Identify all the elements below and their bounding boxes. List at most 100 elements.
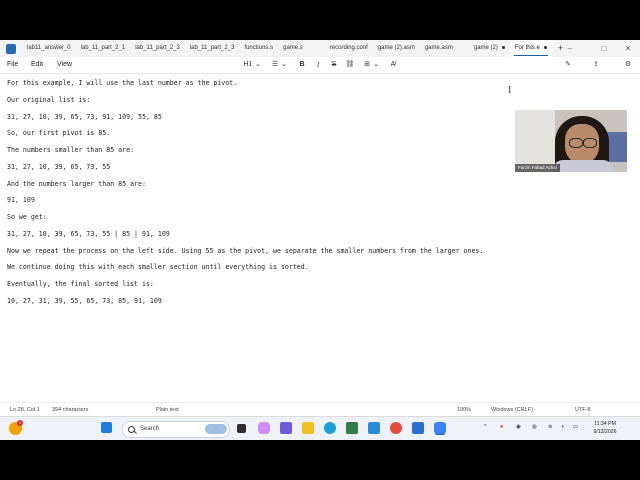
link-icon[interactable]: ⛓ (345, 57, 355, 73)
tab-label: lab_11_part_2_1 (80, 45, 126, 51)
task-view-icon[interactable] (237, 424, 246, 433)
system-clock[interactable]: 11:34 PM 9/13/2026 (585, 420, 625, 436)
notepad-app-icon (6, 43, 16, 54)
notepad-window: lab11_answer_0 lab_11_part_2_1 lab_11_pa… (0, 40, 640, 440)
tab-strip: lab11_answer_0 lab_11_part_2_1 lab_11_pa… (0, 40, 640, 57)
battery-icon[interactable]: ▭ (573, 424, 578, 430)
menu-view[interactable]: View (57, 57, 72, 73)
encoding[interactable]: UTF-8 (575, 403, 591, 417)
doc-line: 31, 27, 10, 39, 65, 73, 55 (7, 163, 111, 171)
notepad-taskbar-icon[interactable] (434, 422, 446, 434)
windows-taskbar: 1 Search ^ ● ◉ ◍ ≋ ◖ ▭ 11:34 PM 9/13/202… (0, 416, 640, 440)
store-app-icon[interactable] (346, 422, 358, 434)
line-ending[interactable]: Windows (CRLF) (491, 403, 533, 417)
tab-game2[interactable]: game (2) (469, 40, 510, 57)
table-icon[interactable]: ⊞ (362, 57, 372, 73)
chevron-down-icon[interactable]: ⌄ (280, 57, 288, 73)
minimize-button[interactable]: – (560, 40, 580, 57)
doc-line: So, our first pivot is 85. (7, 129, 111, 137)
webcam-overlay: Farzin Fahad Achal (515, 110, 627, 172)
tab-game2-asm[interactable]: game (2).asm (373, 40, 420, 57)
search-icon (128, 426, 135, 433)
doc-line: For this example, I will use the last nu… (7, 79, 238, 87)
menu-bar: File Edit View H1 ⌄ ☰ ⌄ B I S ⛓ ⊞ ⌄ A̸ ✎… (0, 57, 640, 74)
tab-lab11-part2-3a[interactable]: lab_11_part_2_3 (130, 40, 185, 57)
maximize-button[interactable]: □ (594, 40, 614, 57)
chevron-up-icon[interactable]: ^ (484, 424, 487, 430)
doc-line: 91, 109 (7, 196, 35, 204)
tab-label: game.asm (424, 45, 453, 51)
tab-label: lab11_answer_0 (27, 45, 71, 51)
list-icon[interactable]: ☰ (270, 57, 280, 73)
doc-line: The numbers smaller than 85 are: (7, 146, 135, 154)
webcam-background (515, 110, 555, 172)
tab-recording-conf[interactable]: recording.conf (325, 40, 373, 57)
copilot-app-icon[interactable] (258, 422, 270, 434)
speaker-icon[interactable]: ◖ (561, 424, 564, 430)
webcam-name-label: Farzin Fahad Achal (515, 164, 560, 172)
menu-file[interactable]: File (7, 57, 18, 73)
strikethrough-button[interactable]: S (329, 57, 339, 73)
tab-game-s[interactable]: game.s (278, 40, 325, 57)
wifi-icon[interactable]: ≋ (548, 424, 553, 430)
character-count: 394 characters (52, 407, 89, 413)
glasses-lens (569, 138, 583, 148)
chevron-down-icon[interactable]: ⌄ (254, 57, 262, 73)
word-app-icon[interactable] (412, 422, 424, 434)
doc-line: Eventually, the final sorted list is: (7, 280, 154, 288)
tab-lab11-part2-3b[interactable]: lab_11_part_2_3 (185, 40, 240, 57)
tab-label: functions.s (244, 45, 274, 51)
settings-gear-icon[interactable]: ⚙ (622, 57, 634, 73)
cursor-position: Ln 28, Col 1 (10, 407, 40, 413)
heading-dropdown[interactable]: H1 (242, 57, 254, 73)
tab-functions[interactable]: functions.s (239, 40, 278, 57)
doc-line: And the numbers larger than 85 are: (7, 180, 146, 188)
italic-button[interactable]: I (313, 57, 323, 73)
chrome-icon[interactable] (390, 422, 402, 434)
doc-line: 31, 27, 10, 39, 65, 73, 55 | 85 | 91, 10… (7, 230, 170, 238)
file-explorer-icon[interactable] (302, 422, 314, 434)
doc-line: Our original list is: (7, 96, 91, 104)
doc-line: We continue doing this with each smaller… (7, 263, 309, 271)
taskbar-search[interactable]: Search (122, 421, 230, 438)
tab-lab11-answer[interactable]: lab11_answer_0 (22, 40, 76, 57)
notification-badge: 1 (17, 420, 23, 426)
close-window-button[interactable]: ✕ (618, 40, 638, 57)
tab-label: recording.conf (329, 45, 368, 51)
doc-line: 10, 27, 31, 39, 55, 65, 73, 85, 91, 109 (7, 297, 162, 305)
tray-app-icon[interactable]: ◍ (532, 424, 537, 430)
tab-lab11-part2-1[interactable]: lab_11_part_2_1 (76, 40, 131, 57)
tab-label: For this e (514, 45, 540, 51)
tab-game-asm[interactable]: game.asm (420, 40, 469, 57)
webcam-shirt (553, 160, 613, 172)
share-icon[interactable]: ⇪ (590, 57, 602, 73)
copilot-icon[interactable]: ✎ (562, 57, 574, 73)
text-cursor-icon: I (508, 85, 512, 96)
clear-formatting-icon[interactable]: A̸ (388, 57, 398, 73)
tab-label: game (2).asm (377, 45, 415, 51)
bold-button[interactable]: B (297, 57, 307, 73)
menu-edit[interactable]: Edit (31, 57, 43, 73)
tray-app-icon[interactable]: ◉ (516, 424, 521, 430)
tab-label: lab_11_part_2_3 (135, 45, 180, 51)
edge-browser-icon[interactable] (324, 422, 336, 434)
mail-app-icon[interactable] (368, 422, 380, 434)
doc-line: 31, 27, 10, 39, 65, 73, 91, 109, 55, 85 (7, 113, 162, 121)
doc-line: Now we repeat the process on the left si… (7, 247, 484, 255)
tab-label: game (2) (473, 45, 498, 51)
doc-line: So we get: (7, 213, 47, 221)
tray-app-icon[interactable]: ● (500, 424, 503, 430)
zoom-level[interactable]: 100% (457, 403, 471, 417)
clock-time: 11:34 PM (594, 421, 616, 427)
search-label: Search (140, 426, 160, 432)
chevron-down-icon[interactable]: ⌄ (372, 57, 380, 73)
glasses-lens (583, 138, 597, 148)
status-bar: Ln 28, Col 1 394 characters Plain text 1… (0, 402, 640, 417)
format-indicator[interactable]: Plain text (156, 403, 179, 417)
windows-start-icon[interactable] (101, 422, 112, 433)
teams-icon[interactable] (280, 422, 292, 434)
unsaved-dot-icon (543, 45, 547, 49)
tab-active-document[interactable]: For this e (509, 40, 552, 57)
tab-label: lab_11_part_2_3 (189, 45, 235, 51)
tab-label: game.s (283, 45, 303, 51)
